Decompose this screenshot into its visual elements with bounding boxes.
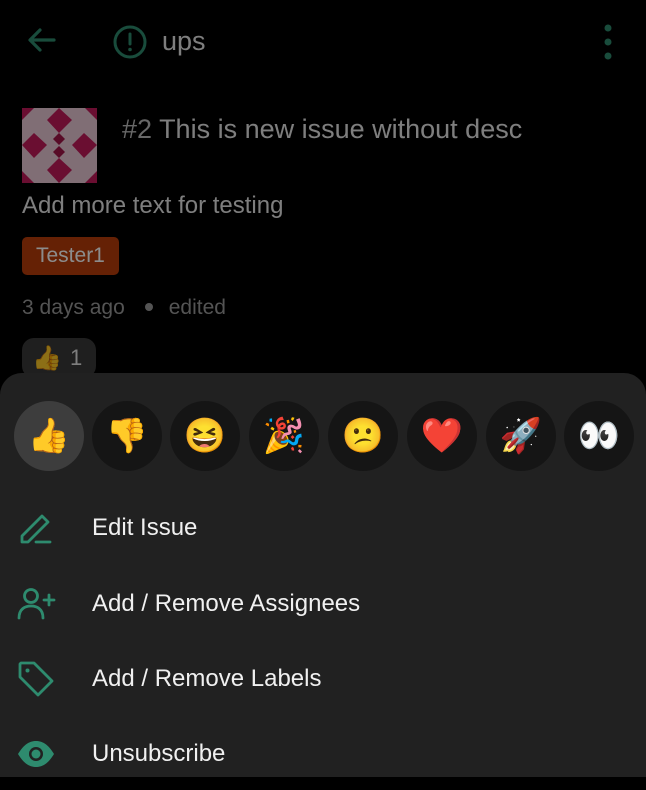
reaction-thumbs-down-button[interactable]: 👎 [92, 401, 162, 471]
issue-open-icon [112, 24, 148, 60]
assignees-label: Add / Remove Assignees [92, 590, 361, 617]
edit-issue-item[interactable]: Edit Issue [0, 494, 646, 564]
confused-face-icon: 😕 [341, 417, 385, 455]
issue-timestamp: 3 days ago [22, 296, 125, 319]
eye-icon [18, 741, 54, 767]
thumbs-up-icon: 👍 [27, 417, 71, 455]
reaction-count: 1 [70, 345, 83, 370]
labels-label: Add / Remove Labels [92, 665, 322, 692]
reaction-picker: 👍 👎 😆 🎉 😕 ❤️ 🚀 👀 [0, 401, 646, 477]
separator-dot [144, 302, 153, 311]
more-options-button[interactable] [594, 22, 622, 62]
tag-icon [18, 661, 54, 697]
reaction-hooray-button[interactable]: 🎉 [249, 401, 319, 471]
reaction-chip[interactable]: 👍 1 [22, 338, 96, 378]
issue-meta: 3 days ago edited [22, 296, 226, 320]
issue-title: #2 This is new issue without desc [122, 114, 522, 145]
issue-title-text: This is new issue without desc [159, 114, 523, 144]
identicon-avatar-icon [22, 108, 97, 183]
back-button[interactable] [24, 22, 60, 58]
party-popper-icon: 🎉 [262, 417, 306, 455]
reaction-rocket-button[interactable]: 🚀 [486, 401, 556, 471]
avatar[interactable] [22, 108, 97, 183]
reaction-eyes-button[interactable]: 👀 [564, 401, 634, 471]
unsubscribe-item[interactable]: Unsubscribe [0, 720, 646, 790]
bottom-sheet: 👍 👎 😆 🎉 😕 ❤️ 🚀 👀 Edit Issue Add / Remove… [0, 373, 646, 777]
edited-marker: edited [168, 296, 226, 319]
arrow-left-icon [28, 28, 56, 52]
top-app-bar: ups [0, 0, 646, 84]
issue-description: Add more text for testing [22, 192, 284, 219]
eyes-icon: 👀 [577, 417, 621, 455]
reaction-heart-button[interactable]: ❤️ [407, 401, 477, 471]
label-chip[interactable]: Tester1 [22, 237, 119, 275]
add-user-icon [17, 588, 56, 620]
thumbs-down-icon: 👎 [105, 417, 149, 455]
rocket-icon: 🚀 [499, 417, 543, 455]
page-title: ups [162, 26, 206, 56]
edit-issue-label: Edit Issue [92, 514, 198, 541]
laugh-icon: 😆 [183, 417, 227, 455]
pencil-icon [20, 514, 52, 544]
labels-item[interactable]: Add / Remove Labels [0, 645, 646, 715]
unsubscribe-label: Unsubscribe [92, 740, 226, 767]
reaction-thumbs-up-button[interactable]: 👍 [14, 401, 84, 471]
heart-icon: ❤️ [420, 417, 464, 455]
reaction-laugh-button[interactable]: 😆 [170, 401, 240, 471]
kebab-menu-icon [604, 24, 612, 60]
issue-number: #2 [122, 114, 153, 144]
assignees-item[interactable]: Add / Remove Assignees [0, 570, 646, 640]
reaction-confused-button[interactable]: 😕 [328, 401, 398, 471]
thumbs-up-icon: 👍 [32, 345, 62, 372]
